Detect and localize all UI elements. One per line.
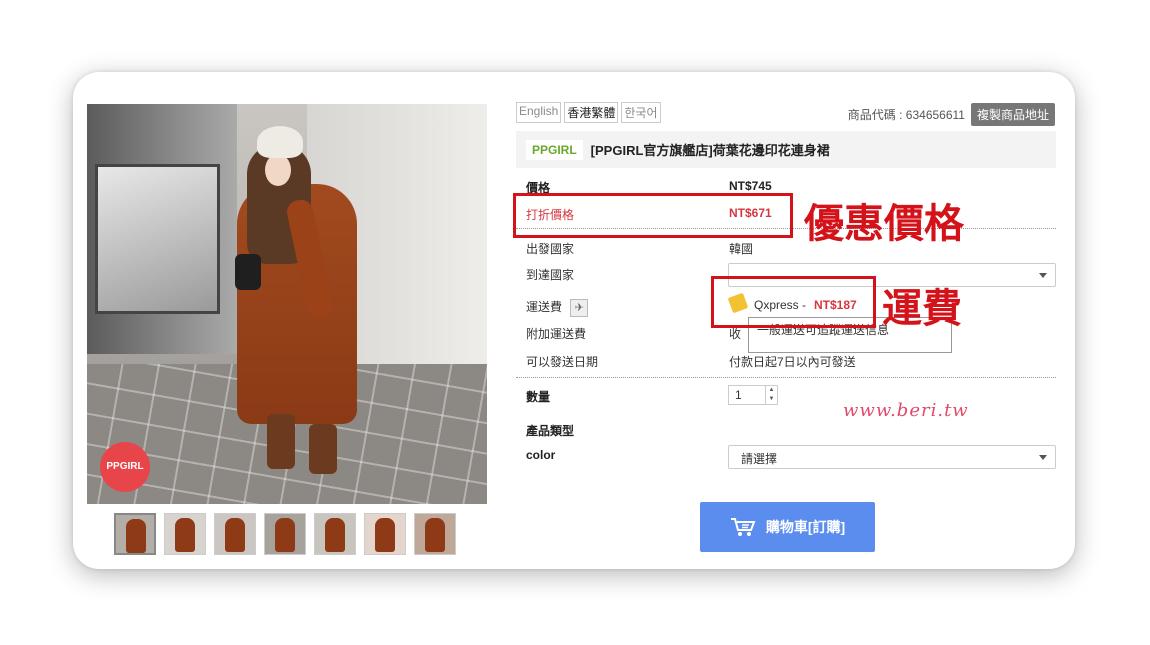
quantity-stepper[interactable]: 1 ▲ ▼ bbox=[728, 385, 778, 405]
quantity-label: 數量 bbox=[526, 390, 551, 404]
discount-highlight-box bbox=[513, 193, 793, 238]
ship-date-value: 付款日起7日以內可發送 bbox=[729, 355, 856, 369]
photo-boot bbox=[309, 424, 337, 474]
blog-watermark: www.beri.tw bbox=[843, 400, 969, 421]
thumbnail[interactable] bbox=[314, 513, 356, 555]
origin-label: 出發國家 bbox=[526, 242, 575, 256]
product-type-label: 產品類型 bbox=[526, 424, 575, 438]
brand-badge[interactable]: PPGIRL bbox=[526, 139, 583, 160]
chevron-down-icon bbox=[1039, 273, 1047, 278]
photo-bag bbox=[235, 254, 261, 290]
copy-url-button[interactable]: 複製商品地址 bbox=[970, 103, 1055, 126]
product-title: [PPGIRL官方旗艦店]荷葉花邊印花連身裙 bbox=[590, 143, 830, 158]
add-to-cart-button[interactable]: 購物車[訂購] bbox=[700, 502, 875, 552]
divider bbox=[516, 377, 1056, 378]
origin-value: 韓國 bbox=[729, 242, 754, 256]
lang-english[interactable]: English bbox=[516, 102, 562, 123]
stepper-arrows-icon[interactable]: ▲ ▼ bbox=[765, 386, 777, 404]
destination-label: 到達國家 bbox=[526, 268, 575, 282]
product-main-photo[interactable]: PPGIRL bbox=[87, 104, 487, 504]
thumbnail[interactable] bbox=[164, 513, 206, 555]
chevron-down-icon bbox=[1039, 455, 1047, 460]
thumbnail-strip bbox=[114, 513, 456, 557]
title-bar: PPGIRL [PPGIRL官方旗艦店]荷葉花邊印花連身裙 bbox=[516, 131, 1056, 168]
thumbnail[interactable] bbox=[114, 513, 156, 555]
cart-button-label: 購物車[訂購] bbox=[765, 519, 846, 535]
ship-date-label: 可以發送日期 bbox=[526, 355, 599, 369]
ppgirl-logo: PPGIRL bbox=[100, 442, 150, 492]
lang-korean[interactable]: 한국어 bbox=[621, 102, 661, 123]
quantity-value: 1 bbox=[735, 388, 742, 402]
thumbnail[interactable] bbox=[364, 513, 406, 555]
color-select[interactable]: 請選擇 bbox=[728, 445, 1056, 469]
airplane-icon: ✈ bbox=[570, 298, 589, 317]
shipping-label-row: 運送費 ✈ bbox=[526, 298, 589, 317]
shipping-label: 運送費 bbox=[526, 300, 563, 314]
color-label: color bbox=[526, 448, 556, 462]
photo-window bbox=[95, 164, 220, 314]
thumbnail[interactable] bbox=[264, 513, 306, 555]
product-code: 商品代碼 : 634656611 bbox=[847, 108, 965, 122]
language-switcher: English 香港繁體 한국어 bbox=[516, 102, 661, 123]
discount-annotation: 優惠價格 bbox=[804, 201, 964, 247]
thumbnail[interactable] bbox=[414, 513, 456, 555]
product-code-row: 商品代碼 : 634656611 複製商品地址 bbox=[848, 103, 1055, 126]
price-value: NT$745 bbox=[729, 179, 772, 193]
photo-face bbox=[265, 154, 291, 186]
shipping-highlight-box bbox=[711, 276, 876, 328]
extra-shipping-label: 附加運送費 bbox=[526, 327, 587, 341]
cart-icon bbox=[730, 518, 756, 536]
photo-boot bbox=[267, 414, 295, 469]
color-select-value: 請選擇 bbox=[741, 452, 778, 466]
photo-hat bbox=[257, 126, 303, 158]
thumbnail[interactable] bbox=[214, 513, 256, 555]
shipping-annotation: 運費 bbox=[882, 286, 962, 332]
lang-hk-traditional[interactable]: 香港繁體 bbox=[564, 102, 619, 123]
